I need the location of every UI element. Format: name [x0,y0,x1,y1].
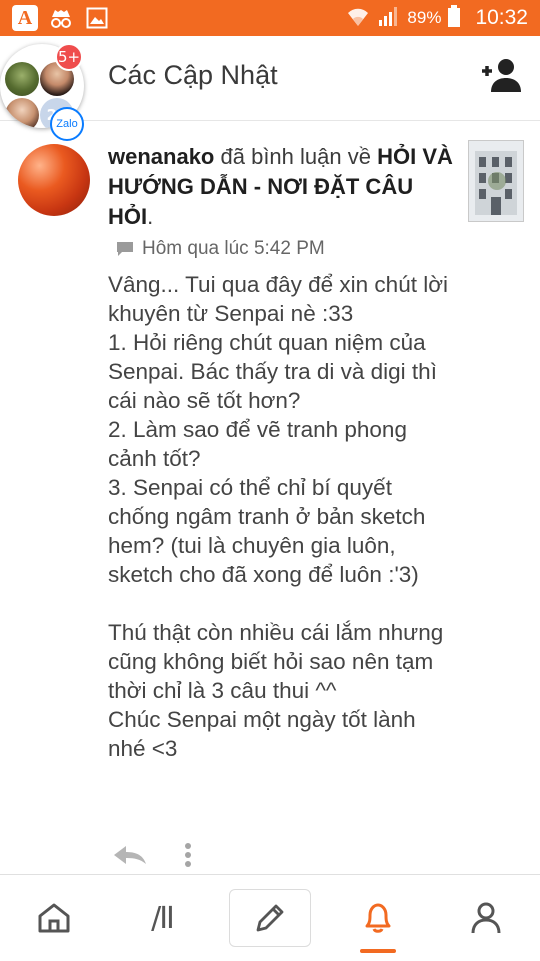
signal-icon [377,4,401,32]
home-icon [38,903,70,933]
status-bar: A 89% 10:32 [0,0,540,36]
timestamp-text: Hôm qua lúc 5:42 PM [142,238,325,259]
more-options-button[interactable] [184,843,192,871]
notification-actions [112,843,192,871]
add-user-icon [482,59,521,92]
notification-item[interactable]: wenanako đã bình luận về HỎI VÀ HƯỚNG DẪ… [0,121,540,873]
active-tab-indicator [360,949,396,953]
nav-forums[interactable]: /II [108,875,216,961]
nav-compose[interactable] [216,875,324,961]
bottom-navigation: /II [0,874,540,961]
battery-icon [447,4,461,32]
user-icon [471,902,501,934]
nav-notifications[interactable] [324,875,432,961]
wifi-icon [345,4,371,32]
battery-percent: 89% [407,8,442,27]
nav-home[interactable] [0,875,108,961]
thread-thumbnail[interactable] [468,140,524,222]
incognito-icon [48,5,74,31]
app-store-icon: A [12,5,38,31]
bell-icon [365,903,391,933]
unread-badge: 5+ [55,43,83,71]
username[interactable]: wenanako [108,144,214,169]
action-text: đã bình luận về [220,144,371,169]
nav-profile[interactable] [432,875,540,961]
reply-button[interactable] [112,844,148,870]
image-icon [84,5,110,31]
timestamp: Hôm qua lúc 5:42 PM [116,238,325,260]
pencil-icon [256,904,284,932]
more-vertical-icon [185,843,191,867]
comment-icon [117,242,133,256]
add-friend-button[interactable] [480,58,522,94]
chat-head-avatar [5,62,39,96]
reply-icon [114,846,146,864]
page-title: Các Cập Nhật [108,60,278,90]
notification-headline: wenanako đã bình luận về HỎI VÀ HƯỚNG DẪ… [108,144,453,229]
clock: 10:32 [475,6,528,29]
comment-body: Vâng... Tui qua đây để xin chút lời khuy… [108,272,448,761]
forums-icon: /II [151,900,175,936]
user-avatar[interactable] [18,144,90,216]
compose-button[interactable] [229,889,311,947]
